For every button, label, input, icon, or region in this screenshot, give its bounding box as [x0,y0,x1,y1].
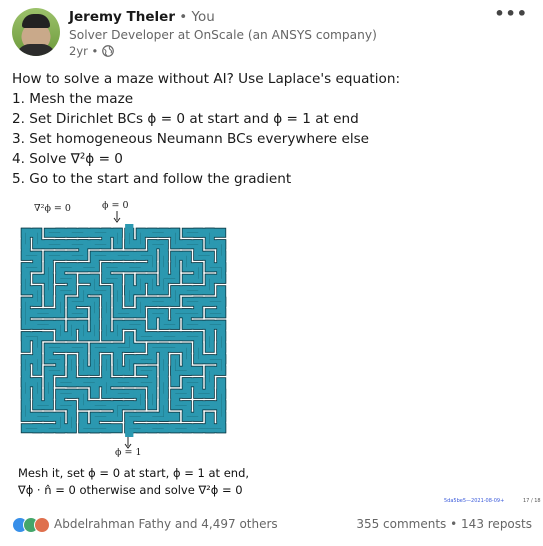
reactions-summary[interactable]: Abdelrahman Fathy and 4,497 others [54,517,278,531]
engagement-counts: 355 comments • 143 reposts [356,517,532,531]
post-line: 4. Solve ∇²ϕ = 0 [12,151,123,167]
author-avatar[interactable] [12,8,60,56]
social-bar: Abdelrahman Fathy and 4,497 others 355 c… [12,516,532,536]
author-name[interactable]: Jeremy Theler [69,9,175,25]
author-headline: Solver Developer at OnScale (an ANSYS co… [69,28,377,42]
post-text: How to solve a maze without AI? Use Lapl… [12,69,532,189]
post-age[interactable]: 2yr • [69,44,98,58]
figure-caption-line-2: ∇ϕ · n̂ = 0 otherwise and solve ∇²ϕ = 0 [18,483,243,497]
maze-mesh [20,224,227,437]
reaction-icons[interactable] [12,517,52,533]
you-tag: • You [179,9,215,25]
start-arrow-icon [113,211,121,223]
figure-footnote: 5da5be5—2021-08-09+ [444,498,505,504]
post-line: 2. Set Dirichlet BCs ϕ = 0 at start and … [12,111,359,127]
figure-caption-line-1: Mesh it, set ϕ = 0 at start, ϕ = 1 at en… [18,466,250,480]
avatar-cap [22,14,50,28]
post-line: 1. Mesh the maze [12,91,134,107]
avatar-shirt [16,44,56,56]
post-line: 3. Set homogeneous Neumann BCs everywher… [12,131,370,147]
figure-page-number: 17 / 18 [523,498,541,504]
laplace-label: ∇²ϕ = 0 [34,203,71,214]
post-image[interactable]: ∇²ϕ = 0 ϕ = 0 ϕ = 1 Mesh it, set ϕ = 0 a… [12,196,543,512]
love-icon [34,517,50,533]
post-meta: 2yr • [69,44,115,58]
post-line: How to solve a maze without AI? Use Lapl… [12,71,401,87]
reposts-count[interactable]: 143 reposts [461,517,532,531]
more-options-icon[interactable]: ••• [494,4,528,23]
post-line: 5. Go to the start and follow the gradie… [12,171,292,187]
start-label: ϕ = 0 [102,200,129,211]
post-header: Jeremy Theler • You Solver Developer at … [12,4,532,62]
end-label: ϕ = 1 [115,447,142,458]
globe-icon [102,45,115,57]
count-separator: • [450,517,458,531]
comments-count[interactable]: 355 comments [356,517,446,531]
author-name-line: Jeremy Theler • You [69,9,215,25]
